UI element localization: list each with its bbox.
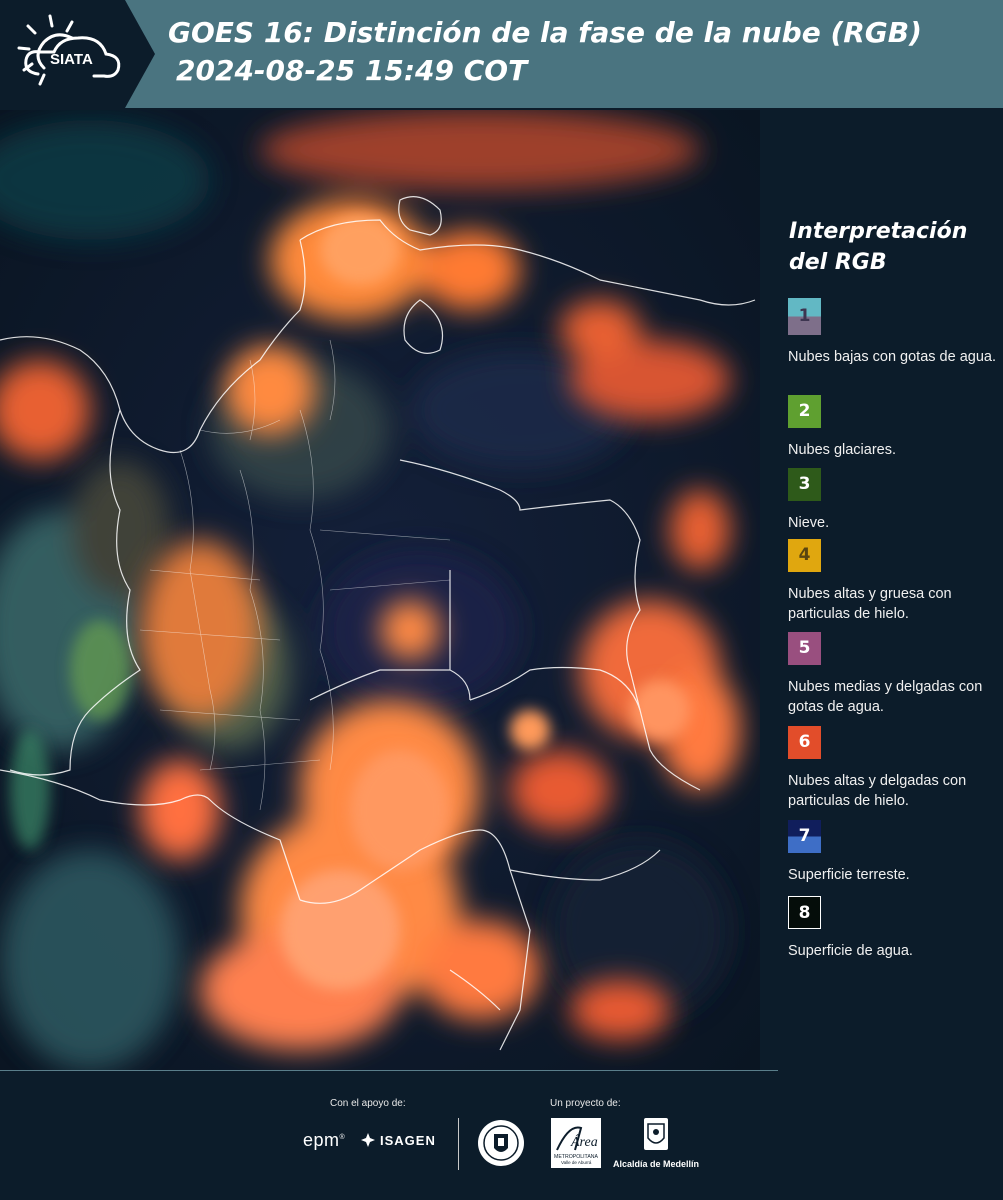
footer-divider xyxy=(0,1070,778,1071)
legend-panel: Interpretación del RGB 1 Nubes bajas con… xyxy=(762,110,1003,1070)
header-bar: SIATA GOES 16: Distinción de la fase de … xyxy=(0,0,1003,108)
legend-item-8: 8 Superficie de agua. xyxy=(788,896,1000,961)
area-metropolitana-mark-icon: Área METROPOLITANA Valle de Aburrá xyxy=(551,1118,601,1168)
legend-item-6: 6 Nubes altas y delgadas con particulas … xyxy=(788,726,1000,811)
legend-item-2: 2 Nubes glaciares. xyxy=(788,395,1000,460)
siata-sun-cloud-icon: SIATA xyxy=(17,14,121,86)
isagen-logo-text: ISAGEN xyxy=(380,1132,436,1148)
legend-title: Interpretación del RGB xyxy=(789,219,968,275)
legend-swatch-3: 3 xyxy=(788,468,821,501)
footer-vertical-divider xyxy=(458,1118,459,1170)
legend-item-1: 1 Nubes bajas con gotas de agua. xyxy=(788,298,1000,367)
legend-label-6: Nubes altas y delgadas con particulas de… xyxy=(788,773,967,809)
legend-label-5: Nubes medias y delgadas con gotas de agu… xyxy=(788,679,983,715)
legend-swatch-7: 7 xyxy=(788,820,821,853)
legend-swatch-2: 2 xyxy=(788,395,821,428)
legend-swatch-5: 5 xyxy=(788,632,821,665)
siata-logo: SIATA xyxy=(0,0,155,108)
satellite-rgb-map xyxy=(0,110,760,1070)
legend-swatch-1: 1 xyxy=(788,298,821,335)
satellite-image xyxy=(0,110,760,1070)
svg-text:Área: Área xyxy=(570,1133,598,1150)
support-label: Con el apoyo de: xyxy=(330,1098,406,1109)
legend-item-4: 4 Nubes altas y gruesa con particulas de… xyxy=(788,539,1000,624)
isagen-mark-icon xyxy=(361,1133,375,1147)
page-title: GOES 16: Distinción de la fase de la nub… xyxy=(168,14,998,90)
epm-logo: epm® xyxy=(303,1130,346,1150)
isagen-logo: ISAGEN xyxy=(360,1132,436,1148)
legend-label-4: Nubes altas y gruesa con particulas de h… xyxy=(788,586,952,622)
legend-swatch-8: 8 xyxy=(788,896,821,929)
legend-label-1: Nubes bajas con gotas de agua. xyxy=(788,349,996,365)
project-label: Un proyecto de: xyxy=(550,1098,621,1109)
title-line-product: GOES 16: Distinción de la fase de la nub… xyxy=(168,16,922,49)
legend-label-8: Superficie de agua. xyxy=(788,943,913,959)
title-line-timestamp: 2024-08-25 15:49 COT xyxy=(176,54,528,87)
legend-swatch-4: 4 xyxy=(788,539,821,572)
epm-logo-text: epm xyxy=(303,1130,340,1150)
alcaldia-text: Alcaldía de Medellín xyxy=(613,1159,700,1169)
legend-item-5: 5 Nubes medias y delgadas con gotas de a… xyxy=(788,632,1000,717)
legend-label-7: Superficie terreste. xyxy=(788,867,910,883)
footer: Con el apoyo de: Un proyecto de: epm® IS… xyxy=(0,1070,1003,1200)
legend-label-2: Nubes glaciares. xyxy=(788,442,896,458)
legend-item-7: 7 Superficie terreste. xyxy=(788,820,1000,885)
university-seal-icon xyxy=(478,1120,524,1166)
legend-label-3: Nieve. xyxy=(788,515,830,531)
alcaldia-medellin-logo: Alcaldía de Medellín xyxy=(613,1116,699,1169)
area-metropolitana-logo: Área METROPOLITANA Valle de Aburrá xyxy=(551,1118,601,1173)
legend-item-3: 3 Nieve. xyxy=(788,468,1000,533)
medellin-shield-icon xyxy=(644,1118,669,1150)
legend-swatch-6: 6 xyxy=(788,726,821,759)
svg-text:Valle de Aburrá: Valle de Aburrá xyxy=(561,1160,592,1165)
svg-text:SIATA: SIATA xyxy=(50,51,93,68)
